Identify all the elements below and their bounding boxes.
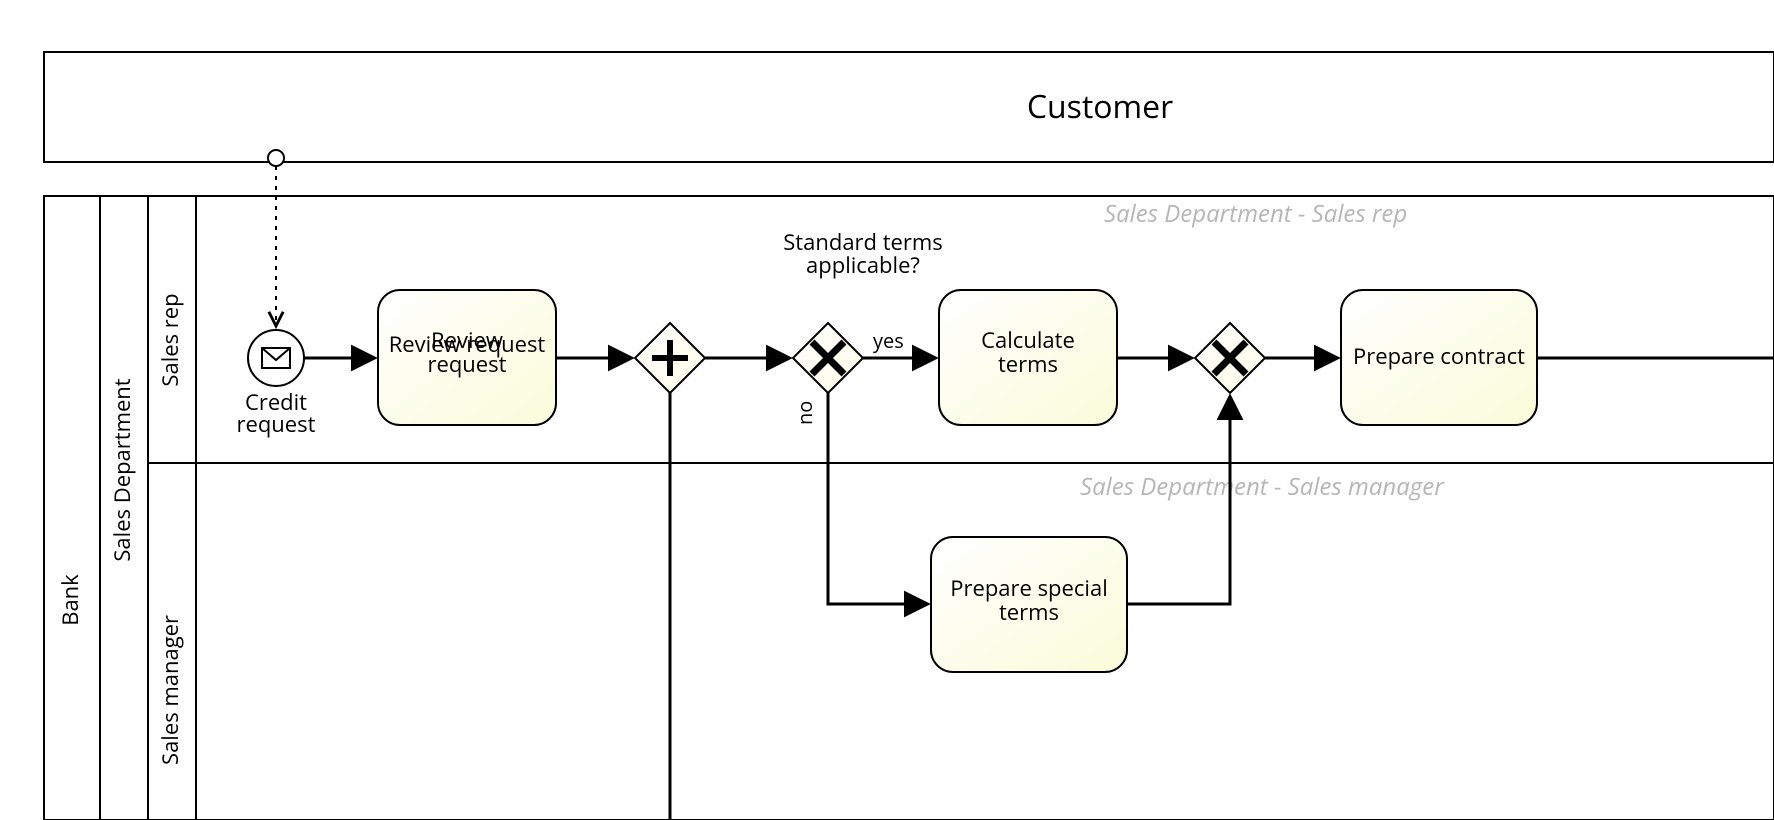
- bpmn-diagram: Customer Bank Sales Department Sales rep…: [0, 0, 1774, 820]
- lane-sales-mgr-label: Sales manager: [155, 615, 185, 765]
- start-event-label-2: request: [237, 409, 316, 439]
- lane-sales-dept-label: Sales Department: [107, 378, 137, 561]
- watermark-rep: Sales Department - Sales rep: [1104, 197, 1407, 230]
- lane-sales-rep-label: Sales rep: [155, 293, 185, 386]
- pool-customer[interactable]: Customer: [44, 52, 1774, 162]
- label-yes: yes: [873, 327, 904, 354]
- task-calculate-terms[interactable]: Calculate terms: [939, 290, 1117, 425]
- task-special-label-2: terms: [999, 597, 1059, 627]
- task-prepare-special-terms[interactable]: Prepare special terms: [931, 537, 1127, 672]
- task-review-label-2: request: [428, 349, 507, 379]
- pool-customer-label: Customer: [1027, 85, 1173, 128]
- message-icon: [262, 348, 290, 368]
- task-prepare-contract[interactable]: Prepare contract: [1341, 290, 1537, 425]
- task-calc-label-2: terms: [998, 349, 1058, 379]
- pool-bank-label: Bank: [55, 574, 85, 626]
- task-contract-label: Prepare contract: [1353, 341, 1525, 371]
- lane-sales-dept[interactable]: Sales Department: [100, 196, 148, 820]
- gateway-question-2: applicable?: [806, 250, 920, 280]
- label-no: no: [791, 401, 818, 425]
- watermark-mgr: Sales Department - Sales manager: [1080, 470, 1445, 503]
- pool-bank[interactable]: Bank: [44, 196, 100, 820]
